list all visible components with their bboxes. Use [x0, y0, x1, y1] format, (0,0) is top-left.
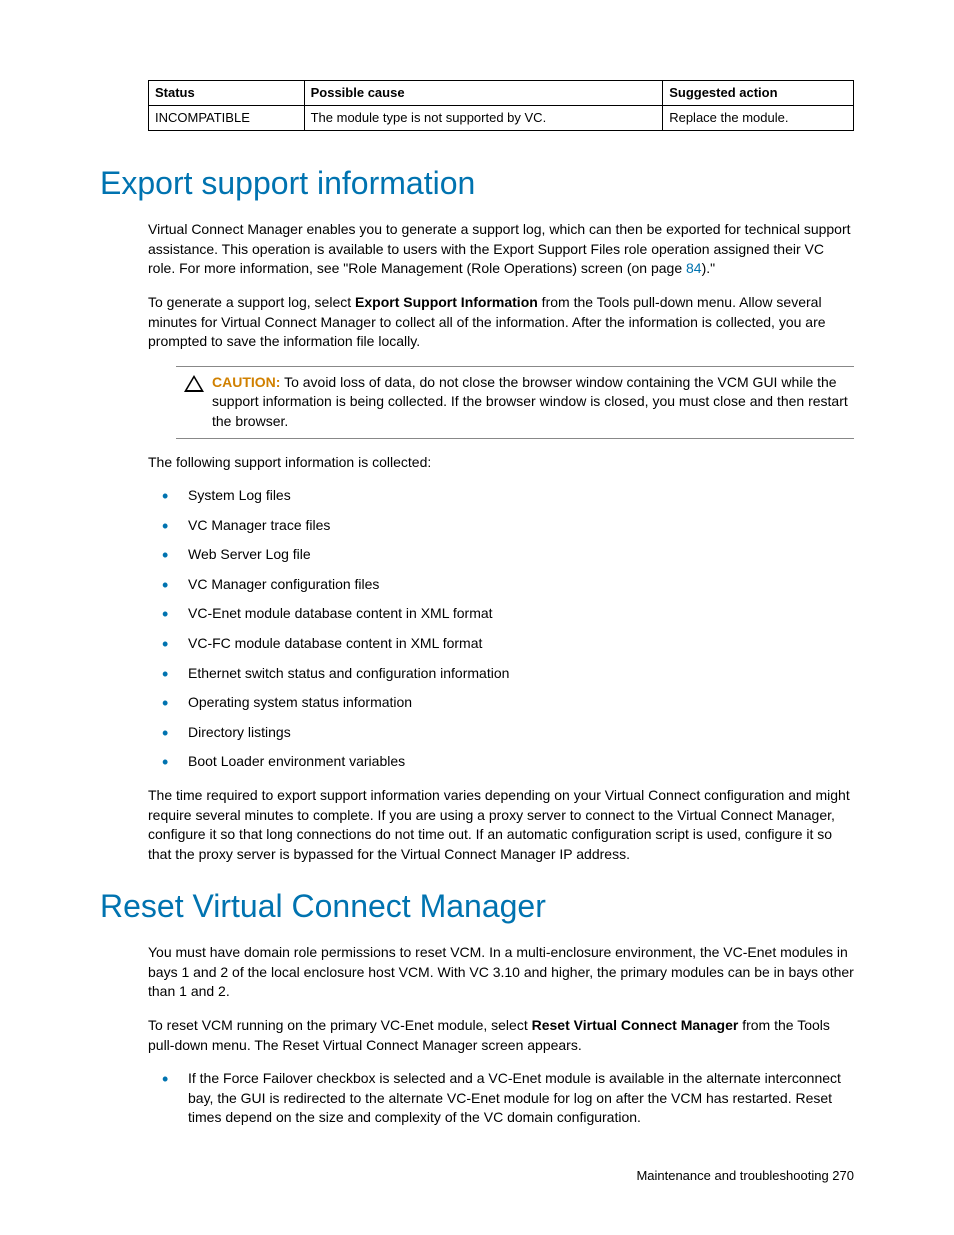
page-footer: Maintenance and troubleshooting 270 — [636, 1167, 854, 1185]
caution-block: CAUTION: To avoid loss of data, do not c… — [176, 366, 854, 439]
list-item: System Log files — [148, 486, 854, 506]
col-suggested-action: Suggested action — [663, 81, 854, 106]
list-item: VC Manager configuration files — [148, 575, 854, 595]
heading-export-support: Export support information — [100, 161, 854, 206]
list-item: Operating system status information — [148, 693, 854, 713]
collected-list: System Log files VC Manager trace files … — [148, 486, 854, 772]
menu-reset-vcm: Reset Virtual Connect Manager — [532, 1017, 739, 1033]
cell-cause: The module type is not supported by VC. — [304, 106, 663, 131]
list-item: Web Server Log file — [148, 545, 854, 565]
para-intro: Virtual Connect Manager enables you to g… — [148, 220, 854, 279]
para-time-required: The time required to export support info… — [148, 786, 854, 864]
page-link-84[interactable]: 84 — [686, 260, 702, 276]
para-generate-log: To generate a support log, select Export… — [148, 293, 854, 352]
para-collected: The following support information is col… — [148, 453, 854, 473]
reset-bullets: If the Force Failover checkbox is select… — [148, 1069, 854, 1128]
caution-label: CAUTION: — [212, 374, 280, 390]
status-table: Status Possible cause Suggested action I… — [148, 80, 854, 131]
list-item: If the Force Failover checkbox is select… — [148, 1069, 854, 1128]
heading-reset-vcm: Reset Virtual Connect Manager — [100, 884, 854, 929]
cell-status: INCOMPATIBLE — [149, 106, 305, 131]
col-status: Status — [149, 81, 305, 106]
caution-icon-cell — [176, 373, 212, 432]
list-item: Boot Loader environment variables — [148, 752, 854, 772]
table-header-row: Status Possible cause Suggested action — [149, 81, 854, 106]
menu-export-support: Export Support Information — [355, 294, 538, 310]
list-item: Directory listings — [148, 723, 854, 743]
table-row: INCOMPATIBLE The module type is not supp… — [149, 106, 854, 131]
list-item: VC Manager trace files — [148, 516, 854, 536]
list-item: Ethernet switch status and configuration… — [148, 664, 854, 684]
list-item: VC-Enet module database content in XML f… — [148, 604, 854, 624]
col-possible-cause: Possible cause — [304, 81, 663, 106]
para-reset-perms: You must have domain role permissions to… — [148, 943, 854, 1002]
caution-text: CAUTION: To avoid loss of data, do not c… — [212, 373, 854, 432]
document-page: Status Possible cause Suggested action I… — [0, 0, 954, 1235]
cell-action: Replace the module. — [663, 106, 854, 131]
caution-icon — [184, 375, 204, 392]
para-reset-howto: To reset VCM running on the primary VC-E… — [148, 1016, 854, 1055]
list-item: VC-FC module database content in XML for… — [148, 634, 854, 654]
